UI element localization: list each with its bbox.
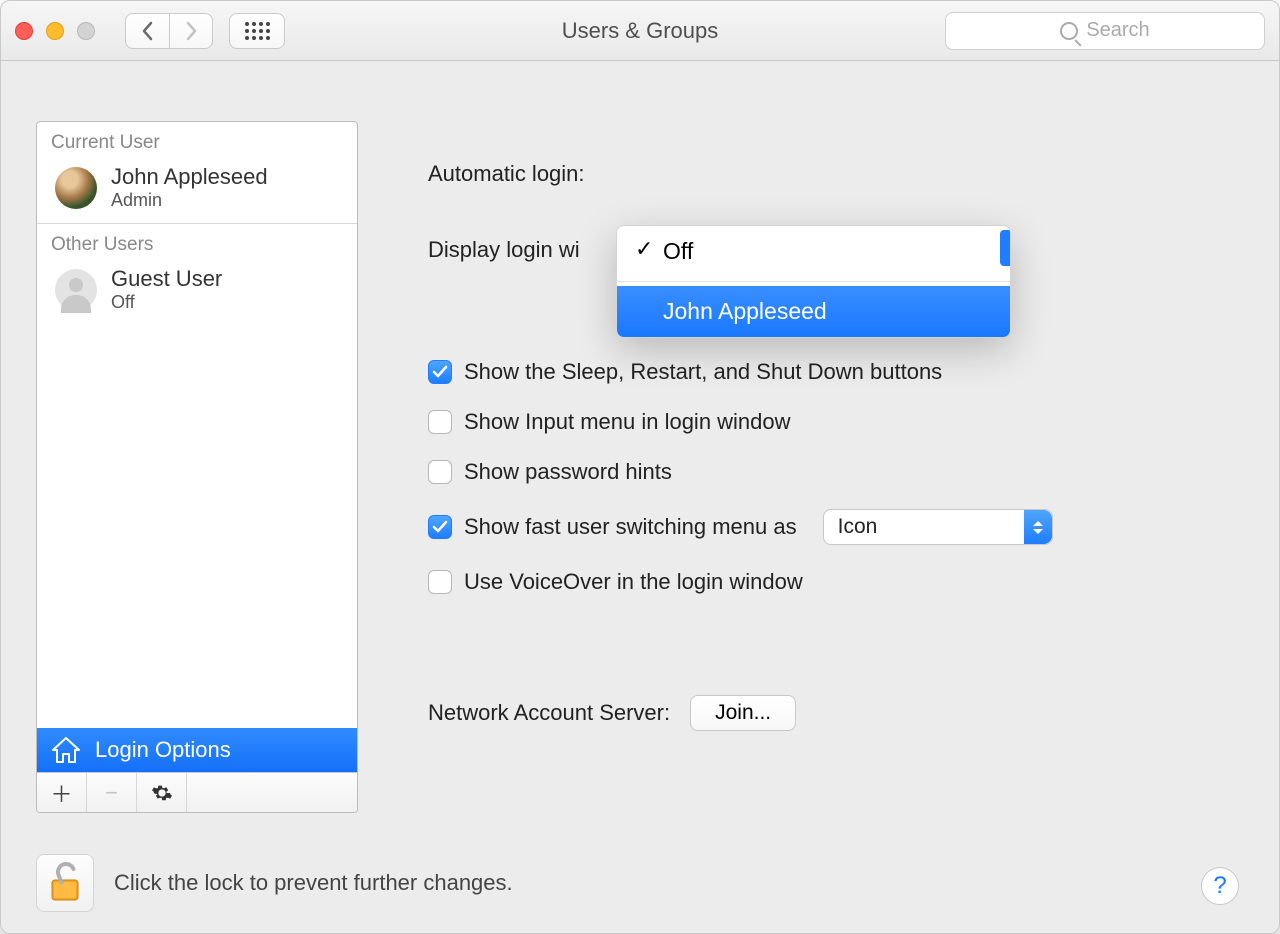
show-input-label: Show Input menu in login window bbox=[464, 409, 791, 435]
dropdown-item-off[interactable]: Off bbox=[617, 226, 1010, 277]
grid-icon bbox=[245, 22, 270, 40]
chevron-left-icon bbox=[141, 21, 155, 41]
lock-button[interactable] bbox=[36, 854, 94, 912]
lock-text: Click the lock to prevent further change… bbox=[114, 870, 513, 896]
avatar bbox=[55, 167, 97, 209]
checkbox-group: Show the Sleep, Restart, and Shut Down b… bbox=[428, 359, 1214, 595]
minimize-window-button[interactable] bbox=[46, 22, 64, 40]
user-info: Guest User Off bbox=[111, 266, 222, 313]
user-status: Off bbox=[111, 292, 222, 313]
current-user-row[interactable]: John Appleseed Admin bbox=[37, 158, 357, 223]
show-all-button[interactable] bbox=[229, 13, 285, 49]
user-name: Guest User bbox=[111, 266, 222, 292]
show-sleep-checkbox[interactable] bbox=[428, 360, 452, 384]
close-window-button[interactable] bbox=[15, 22, 33, 40]
other-users-header: Other Users bbox=[37, 224, 357, 260]
chevron-right-icon bbox=[184, 21, 198, 41]
house-icon bbox=[51, 736, 81, 764]
gear-icon bbox=[151, 782, 173, 804]
sidebar-toolbar: ＋ − bbox=[37, 772, 357, 812]
voiceover-checkbox[interactable] bbox=[428, 570, 452, 594]
dropdown-separator bbox=[617, 281, 1010, 282]
preferences-window: Users & Groups Search Current User John … bbox=[0, 0, 1280, 934]
login-options-row[interactable]: Login Options bbox=[37, 728, 357, 772]
search-placeholder: Search bbox=[1086, 19, 1149, 42]
forward-button[interactable] bbox=[169, 13, 213, 49]
current-user-header: Current User bbox=[37, 122, 357, 158]
nav-buttons bbox=[125, 13, 213, 49]
display-login-label: Display login wi bbox=[428, 237, 580, 263]
content-area: Current User John Appleseed Admin Other … bbox=[1, 61, 1279, 833]
user-name: John Appleseed bbox=[111, 164, 268, 190]
window-controls bbox=[15, 22, 95, 40]
remove-user-button[interactable]: − bbox=[87, 773, 137, 812]
show-hints-label: Show password hints bbox=[464, 459, 672, 485]
avatar bbox=[55, 269, 97, 311]
user-role: Admin bbox=[111, 190, 268, 211]
spacer bbox=[37, 325, 357, 728]
network-row: Network Account Server: Join... bbox=[428, 695, 1214, 731]
show-sleep-label: Show the Sleep, Restart, and Shut Down b… bbox=[464, 359, 942, 385]
automatic-login-dropdown: Off John Appleseed bbox=[616, 225, 1011, 338]
show-hints-checkbox[interactable] bbox=[428, 460, 452, 484]
search-icon bbox=[1060, 22, 1078, 40]
automatic-login-label: Automatic login: bbox=[428, 161, 585, 187]
voiceover-label: Use VoiceOver in the login window bbox=[464, 569, 803, 595]
login-options-label: Login Options bbox=[95, 737, 231, 763]
join-button[interactable]: Join... bbox=[690, 695, 796, 731]
search-input[interactable]: Search bbox=[945, 12, 1265, 50]
help-button[interactable]: ? bbox=[1201, 867, 1239, 905]
zoom-window-button[interactable] bbox=[77, 22, 95, 40]
footer: Click the lock to prevent further change… bbox=[1, 833, 1279, 933]
fast-switch-label: Show fast user switching menu as bbox=[464, 514, 797, 540]
users-sidebar: Current User John Appleseed Admin Other … bbox=[36, 121, 358, 813]
show-input-checkbox[interactable] bbox=[428, 410, 452, 434]
add-user-button[interactable]: ＋ bbox=[37, 773, 87, 812]
fast-switch-checkbox[interactable] bbox=[428, 515, 452, 539]
network-label: Network Account Server: bbox=[428, 700, 670, 726]
settings-gear-button[interactable] bbox=[137, 773, 187, 812]
select-arrows-icon bbox=[1024, 510, 1052, 544]
dropdown-item-user[interactable]: John Appleseed bbox=[617, 286, 1010, 337]
guest-user-row[interactable]: Guest User Off bbox=[37, 260, 357, 325]
user-info: John Appleseed Admin bbox=[111, 164, 268, 211]
back-button[interactable] bbox=[125, 13, 169, 49]
unlocked-lock-icon bbox=[48, 862, 82, 904]
titlebar: Users & Groups Search bbox=[1, 1, 1279, 61]
fast-switch-select[interactable]: Icon bbox=[823, 509, 1053, 545]
fast-switch-value: Icon bbox=[838, 515, 878, 539]
